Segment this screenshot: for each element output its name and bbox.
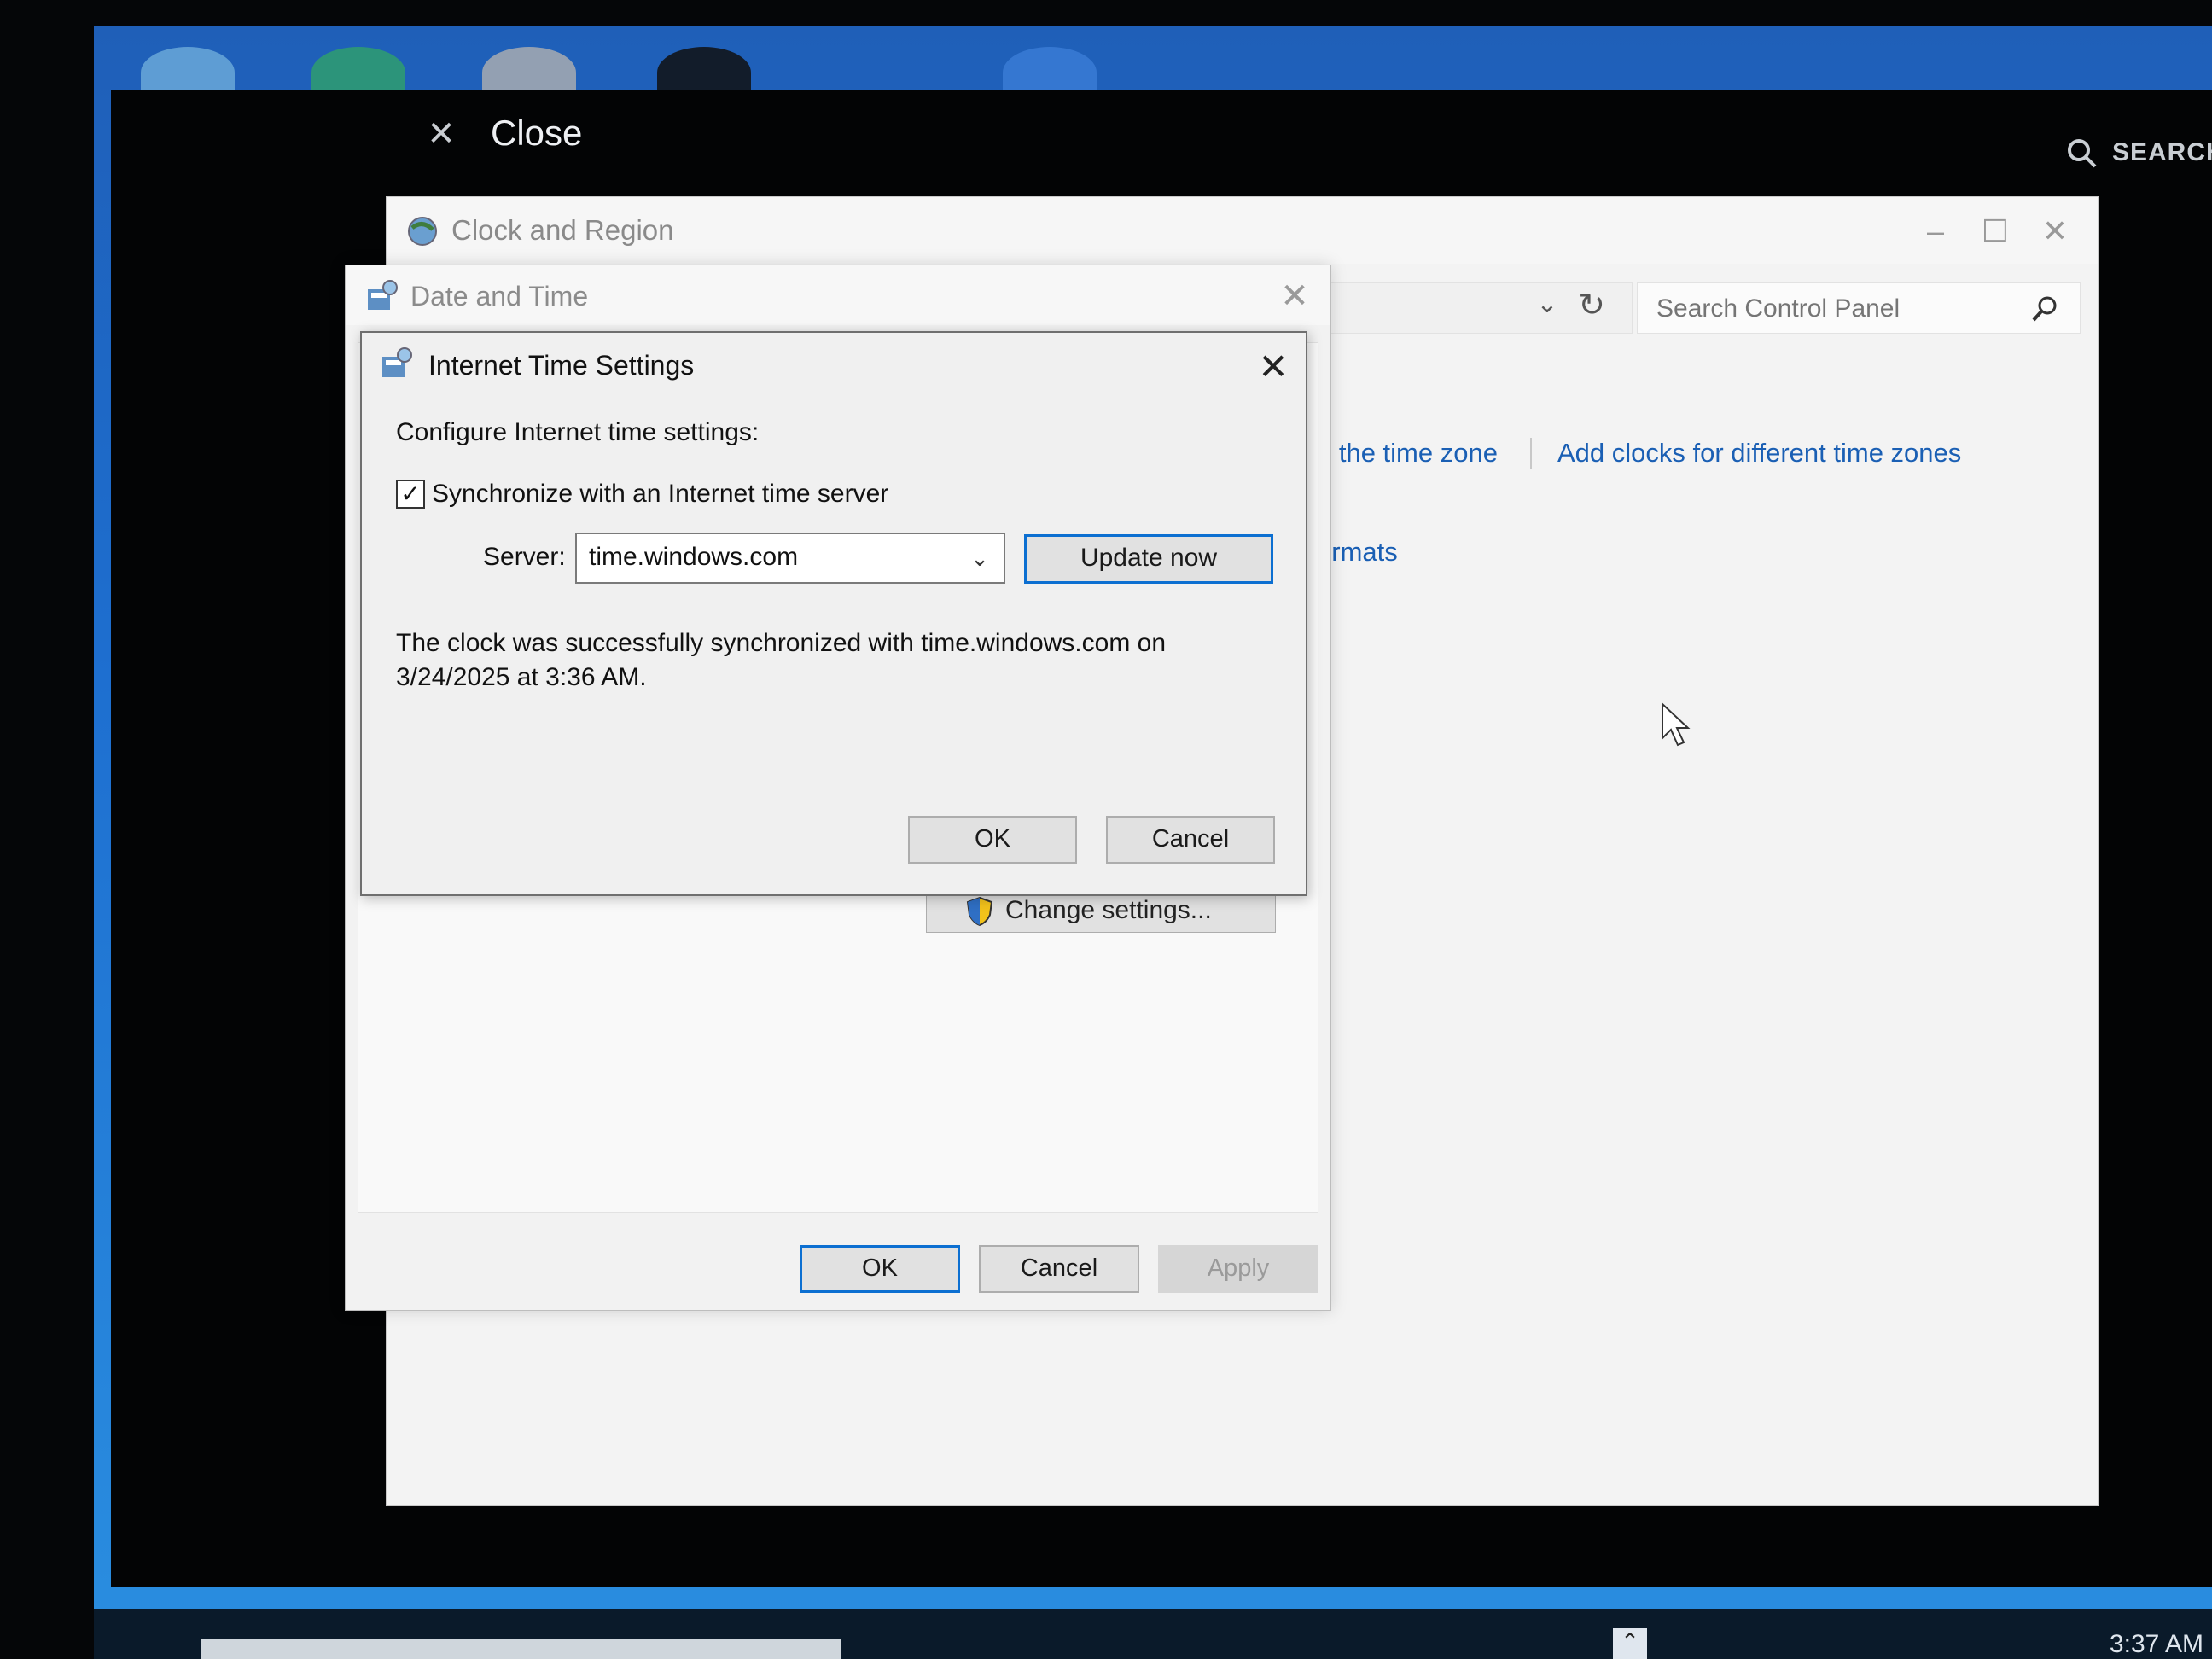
maximize-icon[interactable]: ☐ <box>1965 206 2025 257</box>
search-icon[interactable] <box>2030 294 2061 324</box>
search-input[interactable] <box>1655 292 2013 326</box>
dialog-titlebar: Date and Time ✕ <box>346 265 1330 325</box>
sync-checkbox-label[interactable]: Synchronize with an Internet time server <box>432 480 888 509</box>
cancel-button[interactable]: Cancel <box>979 1245 1139 1293</box>
ok-button[interactable]: OK <box>800 1245 960 1293</box>
clock-region-icon <box>408 217 437 246</box>
change-time-zone-link[interactable]: e the time zone <box>1317 438 1498 469</box>
close-icon[interactable]: ✕ <box>1249 345 1297 389</box>
server-label: Server: <box>483 543 566 571</box>
taskbar-app-button[interactable] <box>201 1639 841 1659</box>
close-icon[interactable]: ✕ <box>422 115 460 153</box>
link-separator <box>1530 438 1532 469</box>
dialog-title: Date and Time <box>410 281 589 311</box>
address-dropdown-icon[interactable]: ⌄ <box>1530 289 1564 327</box>
dialog-titlebar: Internet Time Settings ✕ <box>362 333 1306 398</box>
dialog-title: Internet Time Settings <box>428 350 695 381</box>
window-titlebar: Clock and Region – ☐ ✕ <box>387 197 2098 264</box>
refresh-icon[interactable]: ↻ <box>1573 286 1610 327</box>
window-title: Clock and Region <box>451 214 674 246</box>
mouse-cursor-icon <box>1662 702 1691 747</box>
ok-button[interactable]: OK <box>908 816 1077 864</box>
add-clocks-link[interactable]: Add clocks for different time zones <box>1557 438 1961 469</box>
uac-shield-icon <box>966 896 993 927</box>
tray-chevron-icon[interactable]: ⌃ <box>1613 1628 1647 1659</box>
close-overlay-button[interactable]: Close <box>491 113 582 154</box>
sync-checkbox[interactable]: ✓ <box>396 480 425 509</box>
chevron-down-icon[interactable]: ⌄ <box>963 541 997 575</box>
update-now-button[interactable]: Update now <box>1024 534 1273 584</box>
sync-status-line-2: 3/24/2025 at 3:36 AM. <box>396 663 647 691</box>
internet-time-icon <box>382 347 412 377</box>
sync-status-text: The clock was successfully synchronized … <box>396 626 1249 695</box>
sync-status-line-1: The clock was successfully synchronized … <box>396 629 1167 657</box>
date-time-icon <box>368 280 398 310</box>
control-panel-search[interactable] <box>1637 282 2081 334</box>
cancel-button[interactable]: Cancel <box>1106 816 1275 864</box>
server-value: time.windows.com <box>589 543 799 571</box>
settings-heading: Configure Internet time settings: <box>396 418 760 446</box>
minimize-icon[interactable]: – <box>1906 206 1965 257</box>
search-icon[interactable] <box>2065 137 2099 171</box>
internet-time-settings-dialog: Internet Time Settings ✕ Configure Inter… <box>360 331 1307 896</box>
change-settings-label: Change settings... <box>1005 896 1212 924</box>
server-select[interactable]: time.windows.com ⌄ <box>575 533 1005 584</box>
overlay-search-label[interactable]: SEARCH <box>2112 138 2212 167</box>
apply-button[interactable]: Apply <box>1158 1245 1318 1293</box>
close-icon[interactable]: ✕ <box>1269 274 1320 318</box>
taskbar-clock[interactable]: 3:37 AM <box>2110 1630 2203 1659</box>
window-close-icon[interactable]: ✕ <box>2025 206 2085 257</box>
